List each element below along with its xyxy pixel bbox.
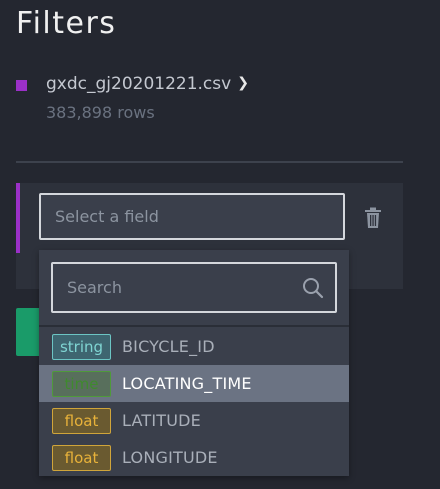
field-dropdown: string BICYCLE_ID time LOCATING_TIME flo… xyxy=(39,250,349,476)
field-option-longitude[interactable]: float LONGITUDE xyxy=(39,439,349,476)
dataset-color-swatch xyxy=(16,80,27,91)
dataset-row-count: 383,898 rows xyxy=(46,103,155,122)
dataset-title-link[interactable]: gxdc_gj20201221.csv ❯ xyxy=(46,74,249,94)
field-option-label: BICYCLE_ID xyxy=(122,337,215,356)
field-option-label: LATITUDE xyxy=(122,411,201,430)
dropdown-divider xyxy=(39,325,349,327)
field-option-bicycle-id[interactable]: string BICYCLE_ID xyxy=(39,328,349,365)
chevron-right-icon: ❯ xyxy=(237,75,249,91)
search-icon xyxy=(303,277,324,298)
field-option-label: LONGITUDE xyxy=(122,448,218,467)
search-box xyxy=(51,262,337,313)
divider xyxy=(16,161,403,163)
type-badge-string: string xyxy=(52,333,111,360)
field-list: string BICYCLE_ID time LOCATING_TIME flo… xyxy=(39,328,349,476)
type-badge-time: time xyxy=(52,370,111,397)
dataset-name: gxdc_gj20201221.csv xyxy=(46,74,232,94)
trash-icon[interactable] xyxy=(363,207,383,229)
search-input[interactable] xyxy=(53,277,301,298)
type-badge-float: float xyxy=(52,407,111,434)
panel-title: Filters xyxy=(16,6,117,41)
field-select-placeholder: Select a field xyxy=(55,207,159,226)
field-option-label: LOCATING_TIME xyxy=(122,374,252,393)
filter-dataset-accent xyxy=(16,183,20,253)
field-option-locating-time[interactable]: time LOCATING_TIME xyxy=(39,365,349,402)
type-badge-float: float xyxy=(52,444,111,471)
field-select[interactable]: Select a field xyxy=(39,193,345,240)
field-option-latitude[interactable]: float LATITUDE xyxy=(39,402,349,439)
